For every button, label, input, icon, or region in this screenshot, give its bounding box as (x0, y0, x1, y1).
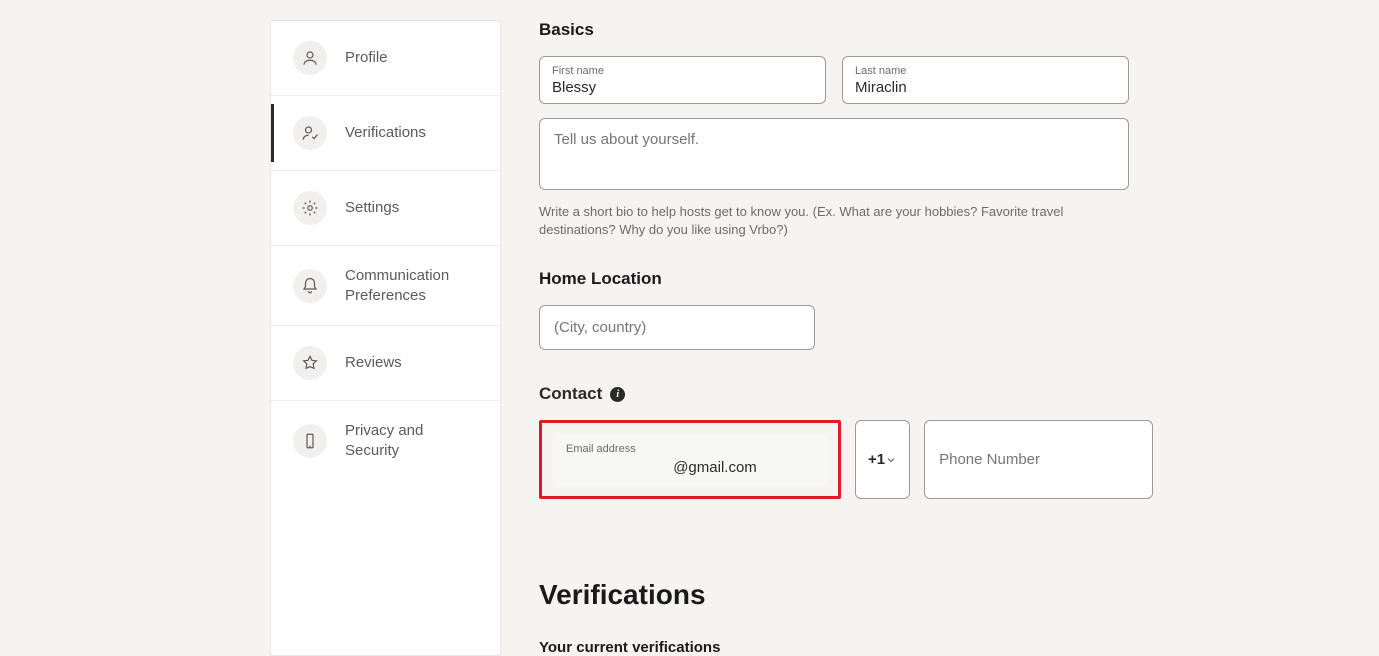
country-code-select[interactable]: +1 (855, 420, 910, 499)
device-icon (293, 424, 327, 458)
sidebar-item-label: Settings (345, 198, 399, 218)
sidebar-item-label: Reviews (345, 353, 402, 373)
country-code-value: +1 (868, 451, 885, 468)
first-name-input[interactable] (552, 79, 813, 96)
sidebar-item-profile[interactable]: Profile (271, 21, 500, 96)
basics-heading: Basics (539, 20, 1129, 40)
home-location-heading: Home Location (539, 269, 1129, 289)
sidebar-item-privacy[interactable]: Privacy and Security (271, 401, 500, 480)
contact-heading: Contact (539, 384, 602, 404)
bio-help-text: Write a short bio to help hosts get to k… (539, 203, 1129, 239)
sidebar-item-communication[interactable]: Communication Preferences (271, 246, 500, 326)
email-highlight-box: Email address @gmail.com (539, 420, 841, 499)
email-field[interactable]: Email address @gmail.com (552, 433, 828, 486)
chevron-down-icon (885, 454, 897, 466)
first-name-label: First name (552, 65, 813, 77)
home-location-input[interactable] (539, 305, 815, 350)
main-content: Basics First name Last name Write a shor… (539, 20, 1129, 656)
star-icon (293, 346, 327, 380)
last-name-field-wrap[interactable]: Last name (842, 56, 1129, 104)
phone-input[interactable] (924, 420, 1153, 499)
bell-icon (293, 269, 327, 303)
first-name-field-wrap[interactable]: First name (539, 56, 826, 104)
email-value: @gmail.com (566, 459, 814, 476)
sidebar-item-label: Communication Preferences (345, 266, 478, 305)
last-name-input[interactable] (855, 79, 1116, 96)
info-icon[interactable]: i (610, 387, 625, 402)
verifications-subheading: Your current verifications (539, 639, 1129, 656)
sidebar-item-settings[interactable]: Settings (271, 171, 500, 246)
person-icon (293, 41, 327, 75)
person-check-icon (293, 116, 327, 150)
bio-textarea[interactable] (539, 118, 1129, 190)
gear-icon (293, 191, 327, 225)
sidebar-item-label: Profile (345, 48, 388, 68)
last-name-label: Last name (855, 65, 1116, 77)
verifications-heading: Verifications (539, 579, 1129, 611)
sidebar-item-reviews[interactable]: Reviews (271, 326, 500, 401)
sidebar-item-verifications[interactable]: Verifications (271, 96, 500, 171)
settings-sidebar: Profile Verifications Settings Communica… (270, 20, 501, 656)
email-label: Email address (566, 443, 814, 455)
sidebar-item-label: Verifications (345, 123, 426, 143)
sidebar-item-label: Privacy and Security (345, 421, 478, 460)
